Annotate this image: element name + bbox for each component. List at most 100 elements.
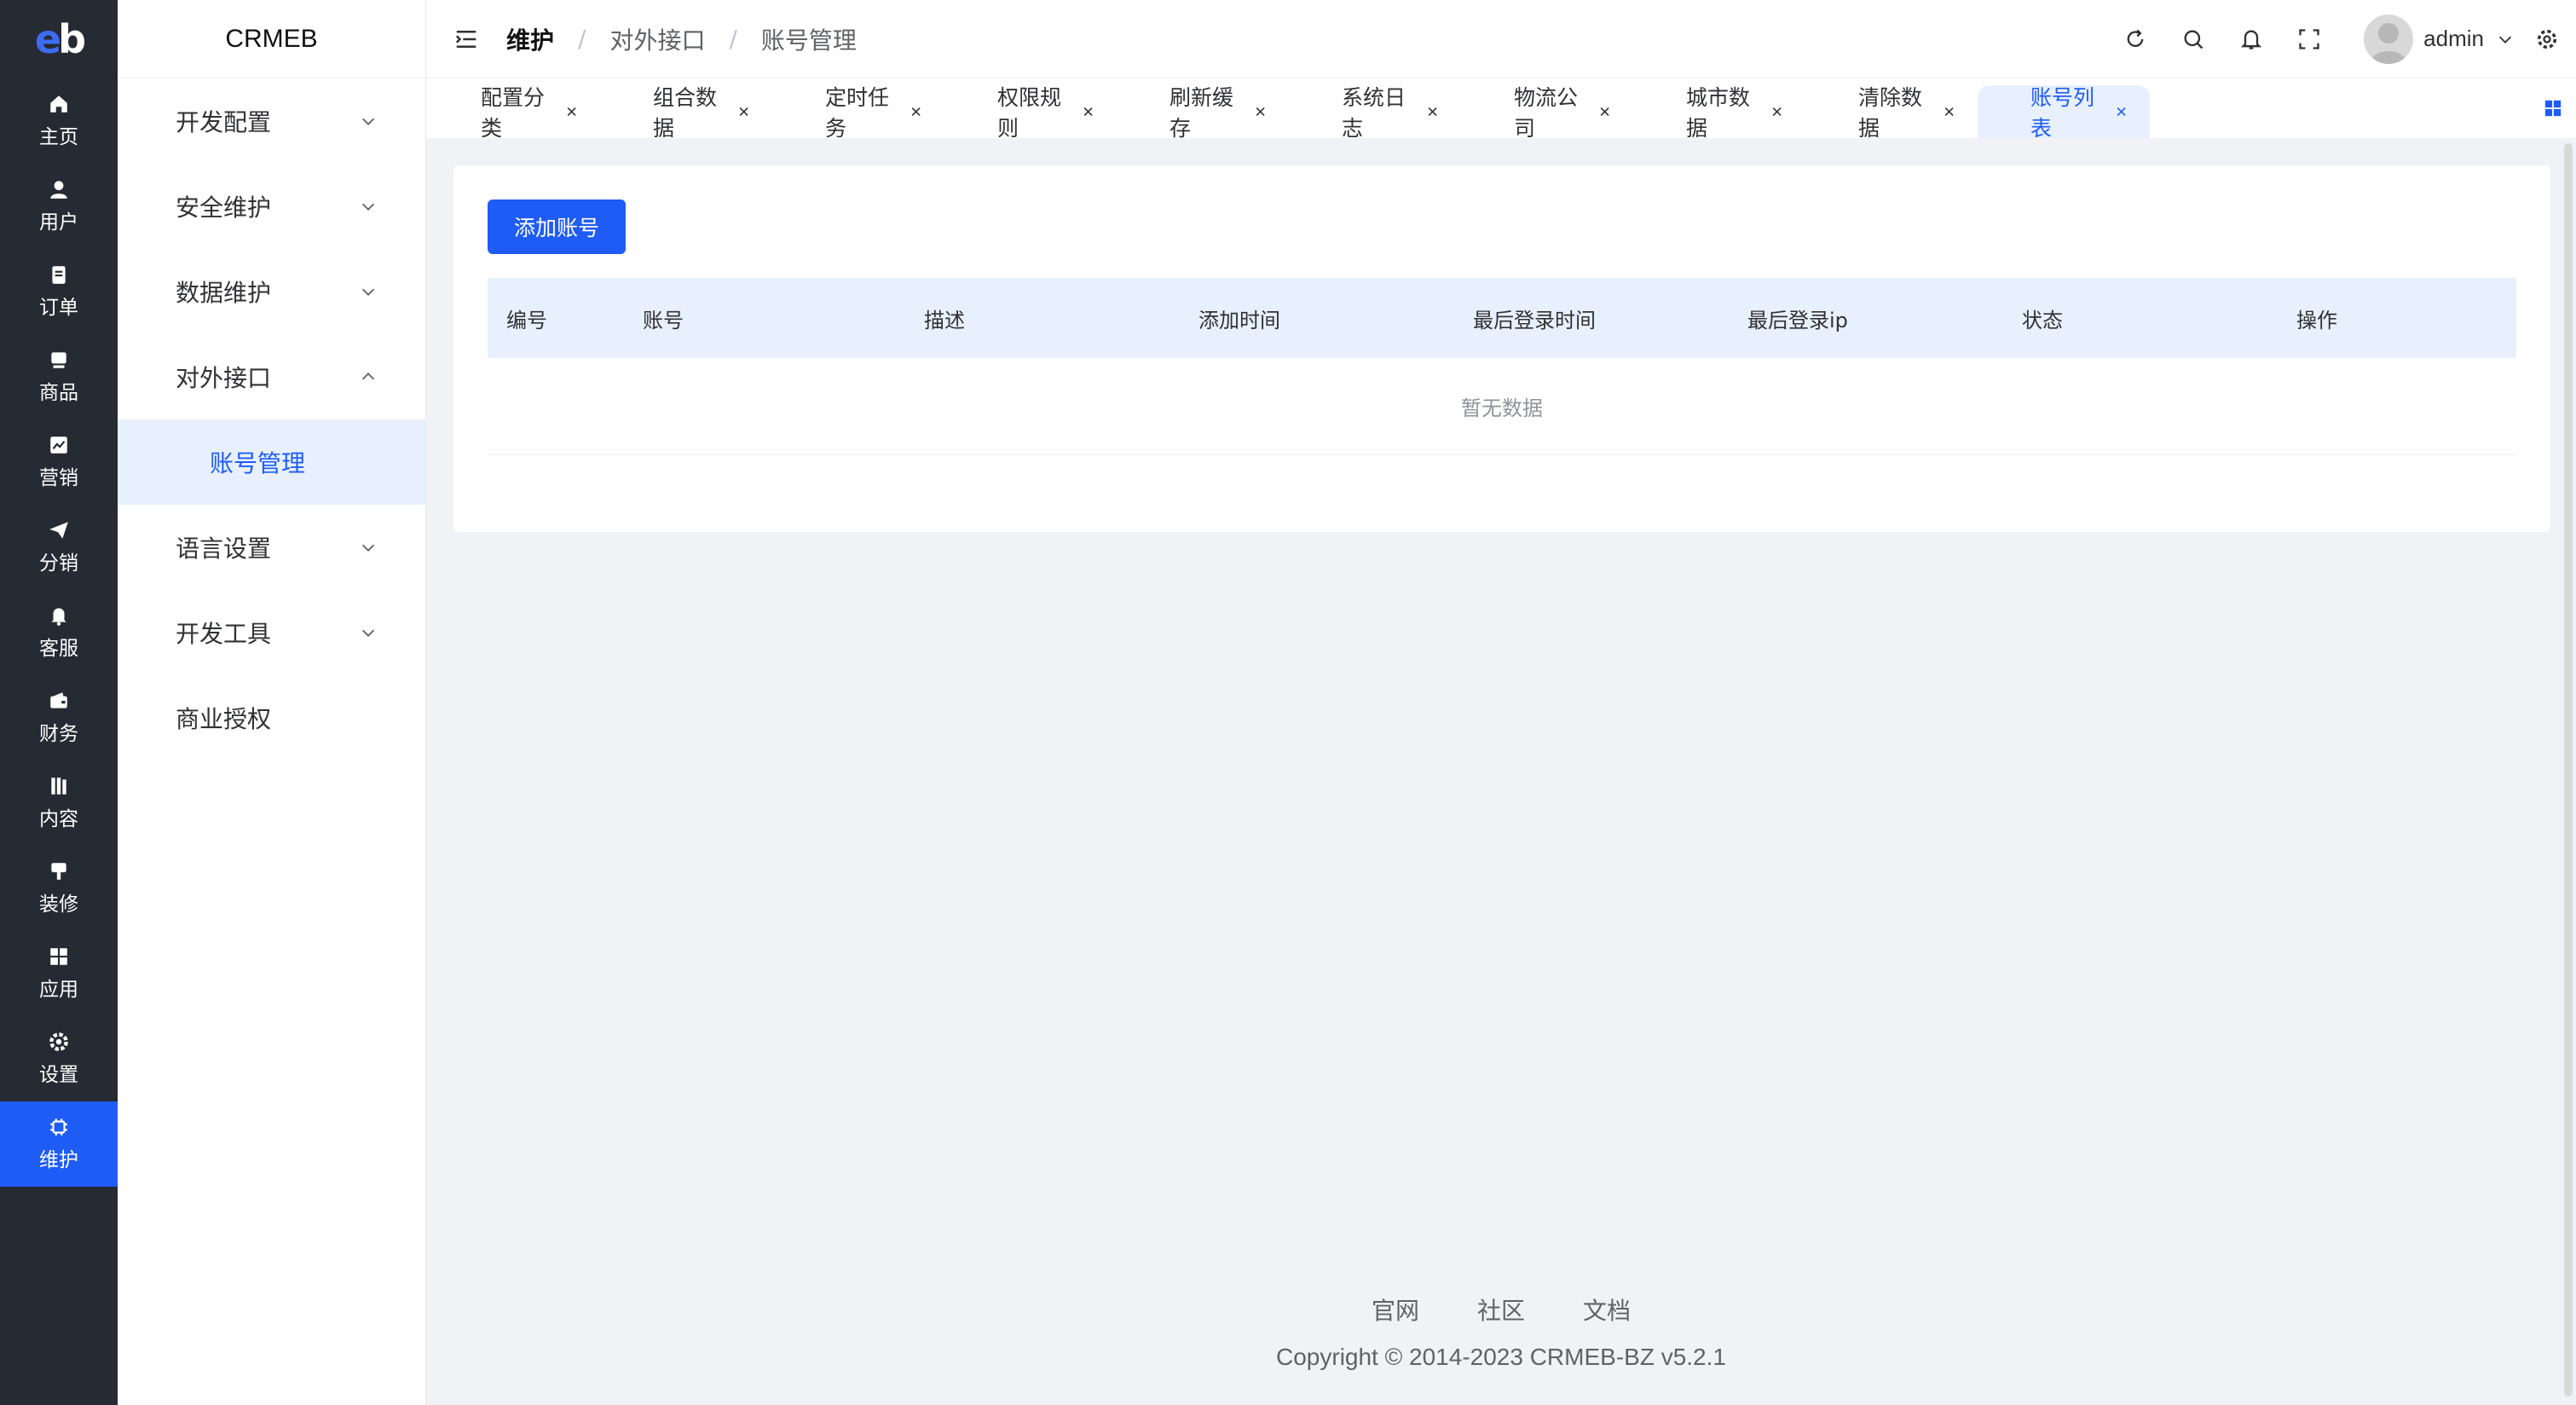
menu-item-security[interactable]: 安全维护 [118,164,425,249]
footer-link[interactable]: 官网 [1372,1292,1419,1327]
refresh-icon[interactable] [2123,27,2147,51]
tab-account-list[interactable]: 账号列表 [1978,85,2150,141]
rail-item-content[interactable]: 内容 [0,760,118,846]
menu-subitem-account-management[interactable]: 账号管理 [118,419,425,505]
close-icon[interactable] [737,104,750,119]
menu-item-data-maintenance[interactable]: 数据维护 [118,249,425,334]
user-name[interactable]: admin [2423,26,2484,52]
logo-mark: eb [34,16,86,62]
chevron-down-icon[interactable] [2496,30,2515,49]
rail-item-goods[interactable]: 商品 [0,334,118,419]
menu-item-label: 对外接口 [176,364,272,392]
rail-item-maintenance[interactable]: 维护 [0,1101,118,1187]
rail-item-marketing[interactable]: 营销 [0,419,118,505]
tab-label: 定时任务 [825,85,890,141]
close-icon[interactable] [1943,104,1955,119]
chip-icon [50,1119,67,1136]
rail-item-home[interactable]: 主页 [0,78,118,164]
chevron-down-icon [361,203,375,211]
rail-item-distribution[interactable]: 分销 [0,505,118,590]
content-card: 添加账号 编号 账号 描述 添加时间 最后登录时间 最后登录ip 状态 操作 暂… [453,165,2550,532]
tab-label: 账号列表 [2030,85,2095,141]
close-icon[interactable] [1082,104,1095,119]
menu-item-label: 数据维护 [176,279,272,307]
tab-city-data[interactable]: 城市数据 [1633,85,1805,141]
tab-label: 组合数据 [653,85,718,141]
grid-icon [50,948,67,965]
tab-logistics[interactable]: 物流公司 [1461,85,1633,141]
menu-item-dev-tools[interactable]: 开发工具 [118,590,425,675]
gear-icon [49,1032,68,1051]
rail-item-label: 客服 [39,638,78,660]
chevron-down-icon [361,544,375,552]
top-header: 维护 / 对外接口 / 账号管理 admin [426,0,2576,78]
rail-item-user[interactable]: 用户 [0,164,118,249]
rail-item-decor[interactable]: 装修 [0,846,118,931]
breadcrumb: 维护 / 对外接口 / 账号管理 [506,22,857,56]
column-header: 描述 [924,308,965,332]
tab-config-category[interactable]: 配置分类 [428,85,600,141]
brand-title: CRMEB [118,0,425,78]
home-icon [50,95,67,113]
tab-combined-data[interactable]: 组合数据 [600,85,772,141]
footer-link[interactable]: 文档 [1583,1292,1631,1327]
chevron-down-icon [361,118,375,125]
menu-item-license[interactable]: 商业授权 [118,675,425,760]
tab-scheduled-tasks[interactable]: 定时任务 [772,85,944,141]
rail-item-settings[interactable]: 设置 [0,1016,118,1101]
menu-subitem-label: 账号管理 [210,449,306,477]
avatar[interactable] [2364,14,2414,64]
user-icon [50,181,67,199]
breadcrumb-item-current: 账号管理 [760,26,857,55]
close-icon[interactable] [1426,104,1439,119]
rail-item-service[interactable]: 客服 [0,590,118,675]
footer-link[interactable]: 社区 [1477,1292,1525,1327]
gear-icon[interactable] [2535,27,2559,51]
scrollbar-thumb[interactable] [2564,143,2573,1396]
close-icon[interactable] [565,104,578,119]
breadcrumb-item[interactable]: 维护 [506,22,554,56]
rail-item-order[interactable]: 订单 [0,249,118,334]
tab-permission-rules[interactable]: 权限规则 [944,85,1117,141]
close-icon[interactable] [910,104,922,119]
column-header: 编号 [506,308,547,332]
rail-item-label: 应用 [39,979,78,1001]
goods-icon [51,352,66,368]
menu-item-label: 语言设置 [176,535,272,563]
scrollbar[interactable] [2561,138,2576,1405]
avatar-image [2371,22,2407,64]
tab-clear-data[interactable]: 清除数据 [1805,85,1978,141]
breadcrumb-item[interactable]: 对外接口 [609,22,705,56]
tabs-menu-icon[interactable] [2544,99,2562,118]
rail-item-label: 设置 [39,1064,78,1086]
book-icon [51,778,66,795]
tab-label: 物流公司 [1514,85,1579,141]
header-actions: admin [2106,14,2559,64]
tab-system-log[interactable]: 系统日志 [1289,85,1461,141]
close-icon[interactable] [1254,104,1267,119]
close-icon[interactable] [1598,104,1611,119]
menu-item-label: 商业授权 [176,705,272,733]
menu-item-external-api[interactable]: 对外接口 [118,334,425,419]
fullscreen-icon[interactable] [2297,27,2321,51]
brush-icon [51,863,66,880]
rail-item-apps[interactable]: 应用 [0,931,118,1016]
menu-item-dev-config[interactable]: 开发配置 [118,78,425,164]
logo[interactable]: eb [0,0,118,78]
close-icon[interactable] [2115,104,2128,119]
rail-item-finance[interactable]: 财务 [0,675,118,760]
rail-item-label: 财务 [39,723,78,745]
tab-label: 清除数据 [1858,85,1923,141]
search-icon[interactable] [2181,27,2205,51]
tab-label: 系统日志 [1342,85,1406,141]
tab-refresh-cache[interactable]: 刷新缓存 [1117,85,1289,141]
breadcrumb-separator: / [578,25,586,53]
menu-toggle-icon[interactable] [453,26,479,52]
close-icon[interactable] [1770,104,1783,119]
menu-item-language[interactable]: 语言设置 [118,505,425,590]
wallet-icon [50,692,67,708]
column-header: 操作 [2296,308,2337,332]
bell-icon[interactable] [2239,27,2263,51]
menu-item-label: 安全维护 [176,194,272,222]
add-account-button[interactable]: 添加账号 [488,199,626,254]
